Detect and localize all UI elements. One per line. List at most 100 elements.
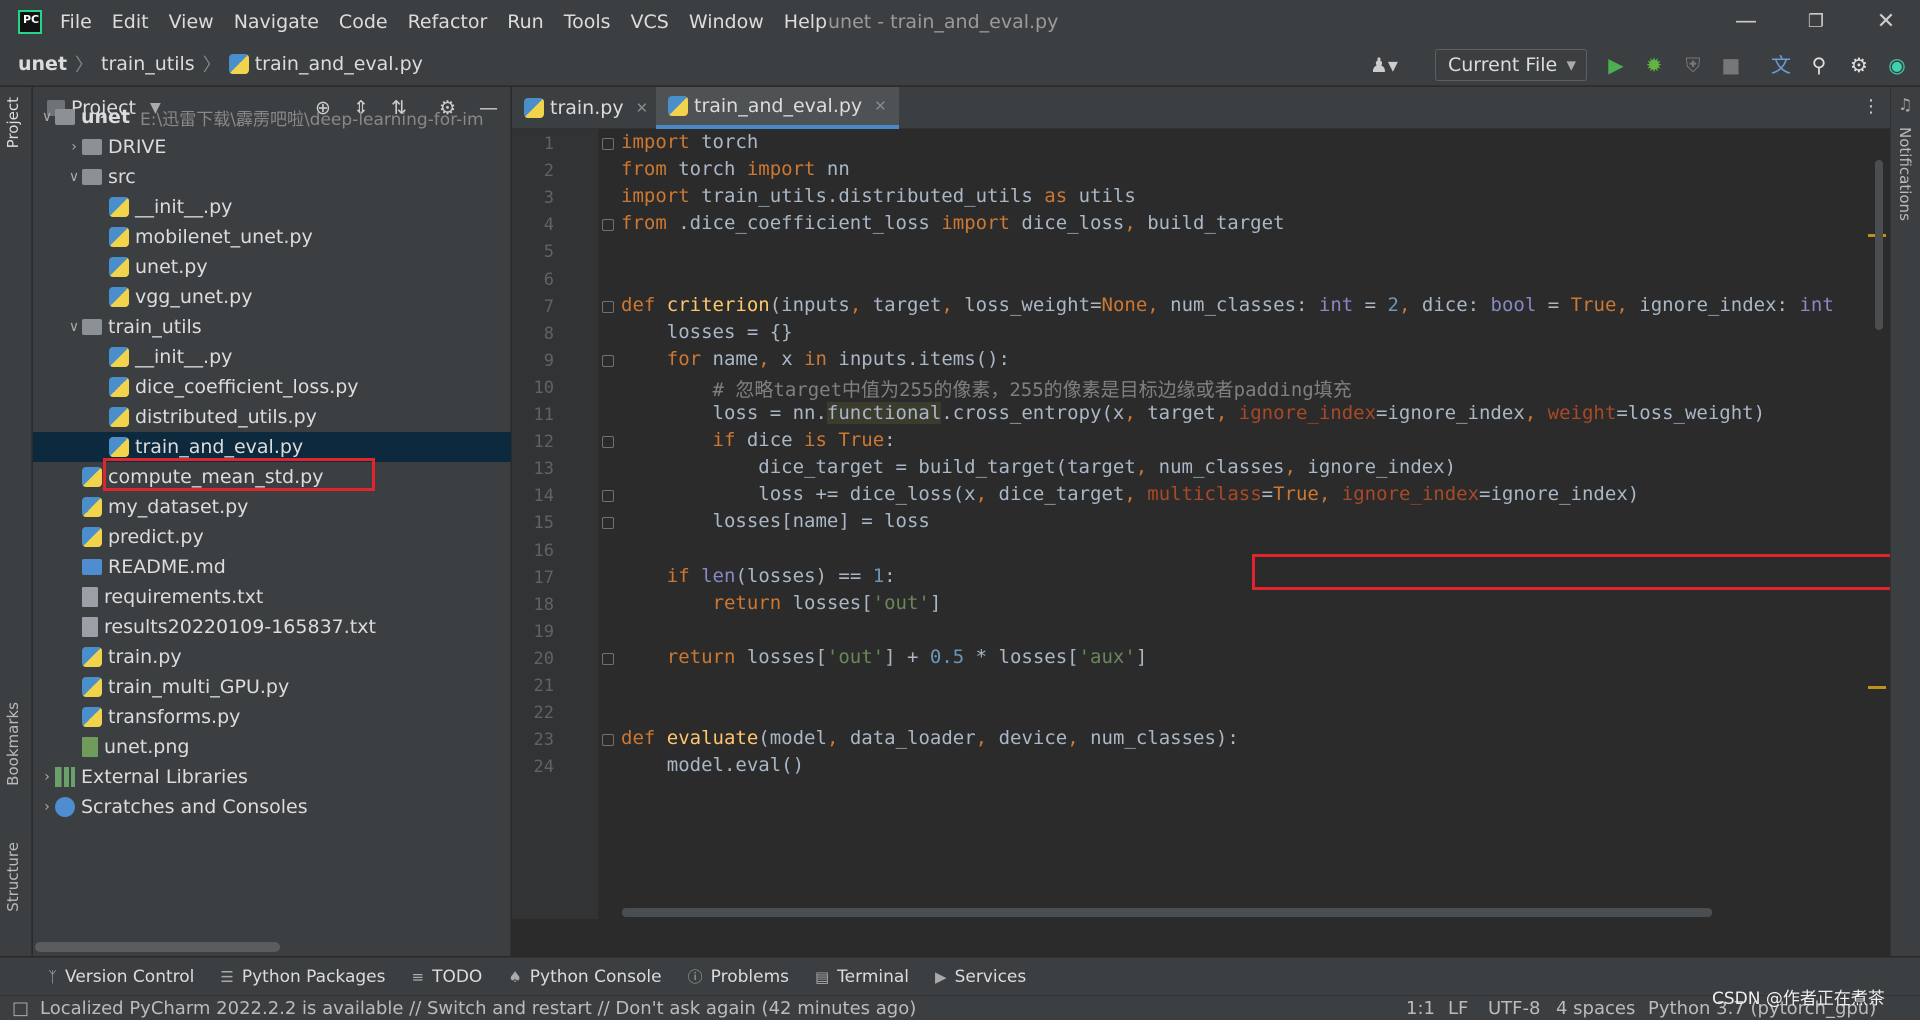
code-line[interactable]: dice_target = build_target(target, num_c… [621,456,1456,478]
tree-item[interactable]: unet.png [33,732,511,762]
run-configuration-select[interactable]: Current File ▾ [1435,49,1587,81]
code-editor[interactable]: 1 2 3 4 5 6 7 8 9 10 11 12 13 14 15 16 17 18 19 20 21 22 23 24 … [512,129,1890,919]
fold-marker-icon[interactable] [602,517,614,530]
indent-setting[interactable]: 4 spaces [1556,996,1635,1020]
breadcrumb-file[interactable]: train_and_eval.py [255,53,423,75]
code-line[interactable]: loss = nn.functional.cross_entropy(x, ta… [621,402,1765,424]
tree-item[interactable]: unet.py [33,252,511,282]
tab-train-py[interactable]: train.py ✕ [512,87,660,129]
menu-vcs[interactable]: VCS [631,11,669,33]
coverage-icon[interactable]: ⛨ [1680,52,1706,78]
code-line[interactable]: losses = {} [621,321,793,343]
chevron-down-icon[interactable]: ∨ [66,319,82,335]
code-line[interactable]: import train_utils.distributed_utils as … [621,185,1136,207]
code-line[interactable]: losses[name] = loss [621,510,930,532]
services-tool[interactable]: ▶ Services [935,967,1026,987]
warning-marker[interactable] [1868,686,1886,689]
chevron-right-icon[interactable]: › [39,799,55,815]
menu-refactor[interactable]: Refactor [408,11,488,33]
code-line[interactable]: return losses['out'] [621,592,942,614]
code-line[interactable]: from .dice_coefficient_loss import dice_… [621,212,1285,234]
fold-marker-icon[interactable] [602,490,614,503]
close-tab-icon[interactable]: ✕ [874,97,887,115]
tree-item[interactable]: transforms.py [33,702,511,732]
tree-item[interactable]: › Scratches and Consoles [33,792,511,822]
problems-tool[interactable]: ⓘ Problems [688,966,789,987]
menu-file[interactable]: File [60,11,92,33]
tree-item[interactable]: requirements.txt [33,582,511,612]
tree-item[interactable]: ∨ train_utils [33,312,511,342]
chevron-right-icon[interactable]: › [66,139,82,155]
tree-item[interactable]: __init__.py [33,192,511,222]
stop-icon[interactable]: ■ [1718,52,1744,78]
minimize-icon[interactable]: — [1726,8,1766,36]
code-line[interactable]: return losses['out'] + 0.5 * losses['aux… [621,646,1148,668]
tree-item[interactable]: vgg_unet.py [33,282,511,312]
translate-icon[interactable]: 文 [1768,52,1794,78]
editor-horizontal-scrollbar[interactable] [622,908,1712,917]
code-line[interactable]: for name, x in inputs.items(): [621,348,1010,370]
bell-icon[interactable]: ♫ [1898,95,1912,114]
code-line[interactable]: loss += dice_loss(x, dice_target, multic… [621,483,1639,505]
user-icon[interactable]: ♟▾ [1370,52,1398,78]
caret-position[interactable]: 1:1 [1406,996,1435,1020]
fold-marker-icon[interactable] [602,219,614,232]
tree-item[interactable]: my_dataset.py [33,492,511,522]
version-control-tool[interactable]: ᛉ Version Control [48,967,194,987]
settings-gear-icon[interactable]: ⚙ [1846,52,1872,78]
fold-marker-icon[interactable] [602,436,614,449]
notifications-tool-tab[interactable]: Notifications [1896,127,1914,221]
tree-item[interactable]: train_multi_GPU.py [33,672,511,702]
menu-view[interactable]: View [169,11,214,33]
bookmarks-tool-tab[interactable]: Bookmarks [4,702,22,786]
python-packages-tool[interactable]: ☰ Python Packages [220,967,385,987]
run-icon[interactable]: ▶ [1603,52,1629,78]
debug-icon[interactable]: ✹ [1641,52,1667,78]
menu-navigate[interactable]: Navigate [234,11,319,33]
menu-window[interactable]: Window [689,11,764,33]
close-tab-icon[interactable]: ✕ [636,99,649,117]
tree-item[interactable]: predict.py [33,522,511,552]
tree-item[interactable]: results20220109-165837.txt [33,612,511,642]
tab-train-and-eval-py[interactable]: train_and_eval.py ✕ [656,87,899,129]
tree-item[interactable]: train.py [33,642,511,672]
file-encoding[interactable]: UTF-8 [1488,996,1540,1020]
python-console-tool[interactable]: ♠ Python Console [508,967,661,987]
tree-item[interactable]: README.md [33,552,511,582]
chevron-right-icon[interactable]: › [39,769,55,785]
code-line[interactable]: model.eval() [621,754,804,776]
code-line[interactable]: def evaluate(model, data_loader, device,… [621,727,1239,749]
restore-icon[interactable]: ❐ [1796,8,1836,36]
jetbrains-plugin-icon[interactable]: ◉ [1884,52,1910,78]
fold-marker-icon[interactable] [602,354,614,367]
fold-marker-icon[interactable] [602,652,614,665]
tree-item[interactable]: dice_coefficient_loss.py [33,372,511,402]
tree-item[interactable]: ∨ unet E:\迅雷下载\霹雳吧啦\deep-learning-for-im [33,102,511,132]
close-icon[interactable]: ✕ [1866,8,1906,36]
menu-edit[interactable]: Edit [112,11,149,33]
code-line[interactable]: # 忽略target中值为255的像素，255的像素是目标边缘或者padding… [621,375,1352,402]
menu-help[interactable]: Help [784,11,827,33]
todo-tool[interactable]: ≡ TODO [412,967,483,987]
code-line[interactable]: def criterion(inputs, target, loss_weigh… [621,294,1834,316]
more-options-icon[interactable]: ⋮ [1862,96,1880,117]
structure-tool-tab[interactable]: Structure [4,842,22,912]
tree-item[interactable]: ∨ src [33,162,511,192]
code-line[interactable]: if dice is True: [621,429,896,451]
chevron-down-icon[interactable]: ∨ [39,109,55,125]
breadcrumb-unet[interactable]: unet [18,53,67,75]
status-toggle-icon[interactable]: □ [12,998,29,1019]
code-line[interactable]: if len(losses) == 1: [621,565,896,587]
horizontal-scrollbar[interactable] [35,942,280,952]
status-message[interactable]: Localized PyCharm 2022.2.2 is available … [40,998,916,1019]
fold-marker-icon[interactable] [602,734,614,747]
tree-item[interactable]: › DRIVE [33,132,511,162]
menu-tools[interactable]: Tools [564,11,611,33]
terminal-tool[interactable]: ▤ Terminal [815,967,909,987]
line-separator[interactable]: LF [1448,996,1468,1020]
project-tool-tab[interactable]: Project [4,97,22,148]
tree-item[interactable]: distributed_utils.py [33,402,511,432]
search-icon[interactable]: ⚲ [1806,52,1832,78]
code-line[interactable]: import torch [621,131,758,153]
fold-marker-icon[interactable] [602,138,614,150]
